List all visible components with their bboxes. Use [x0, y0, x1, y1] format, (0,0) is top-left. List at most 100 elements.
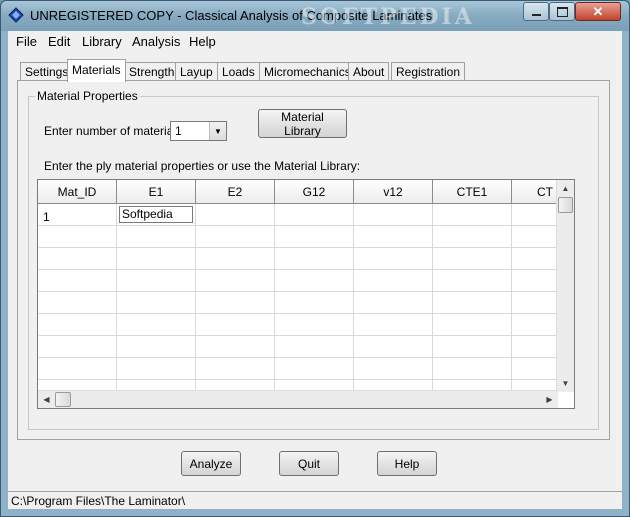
grid-cell[interactable] [512, 248, 558, 270]
grid-cell[interactable] [512, 358, 558, 380]
grid-cell[interactable] [196, 248, 275, 270]
grid-cell[interactable] [433, 336, 512, 358]
grid-cell[interactable] [38, 270, 117, 292]
grid-cell[interactable] [38, 336, 117, 358]
grid-cell[interactable] [512, 314, 558, 336]
quit-button[interactable]: Quit [279, 451, 339, 476]
scroll-down-icon[interactable]: ▼ [557, 375, 574, 392]
vertical-scroll-thumb[interactable] [558, 197, 573, 213]
tab-layup[interactable]: Layup [175, 62, 218, 81]
tab-registration[interactable]: Registration [391, 62, 466, 81]
grid-cell[interactable] [275, 292, 354, 314]
grid-cell[interactable] [512, 336, 558, 358]
grid-cell[interactable] [196, 314, 275, 336]
cell-edit-input[interactable]: Softpedia [119, 206, 193, 223]
grid-cell[interactable] [354, 292, 433, 314]
grid-cell[interactable] [117, 270, 196, 292]
grid-cell[interactable] [275, 248, 354, 270]
grid-cell[interactable] [275, 226, 354, 248]
grid-cell[interactable] [433, 226, 512, 248]
grid-cell[interactable] [275, 314, 354, 336]
grid-cell[interactable] [117, 314, 196, 336]
tab-strength[interactable]: Strength [124, 62, 180, 81]
grid-cell[interactable] [117, 358, 196, 380]
grid-cell[interactable] [38, 292, 117, 314]
grid-cell[interactable] [275, 204, 354, 226]
grid-cell[interactable] [512, 226, 558, 248]
grid-cell[interactable] [117, 336, 196, 358]
horizontal-scroll-thumb[interactable] [55, 392, 71, 407]
column-header[interactable]: v12 [354, 180, 433, 204]
grid-cell[interactable] [196, 204, 275, 226]
grid-cell[interactable] [196, 226, 275, 248]
tab-micromechanics[interactable]: Micromechanics [259, 62, 356, 81]
scroll-right-icon[interactable]: ▶ [541, 391, 558, 408]
grid-cell[interactable] [433, 204, 512, 226]
menu-library[interactable]: Library [82, 34, 122, 49]
menu-file[interactable]: File [16, 34, 37, 49]
grid-cell[interactable]: 1 [38, 204, 117, 226]
vertical-scrollbar[interactable]: ▲ ▼ [556, 180, 574, 392]
grid-cell[interactable] [433, 358, 512, 380]
tab-settings[interactable]: Settings [20, 62, 74, 81]
grid-cell[interactable] [433, 270, 512, 292]
grid-cell[interactable] [354, 204, 433, 226]
table-row [38, 226, 558, 248]
grid-cell[interactable] [196, 270, 275, 292]
grid-cell[interactable] [354, 314, 433, 336]
grid-cell[interactable] [354, 270, 433, 292]
grid-cell[interactable] [38, 314, 117, 336]
num-materials-dropdown[interactable]: 1 ▼ [170, 121, 227, 141]
grid-cell[interactable] [117, 226, 196, 248]
tab-strip: Settings Materials Strength Layup Loads … [8, 59, 622, 82]
scroll-up-icon[interactable]: ▲ [557, 180, 574, 197]
grid-cell-editing[interactable]: Softpedia [117, 204, 196, 226]
tab-materials[interactable]: Materials [67, 59, 126, 82]
analyze-button[interactable]: Analyze [181, 451, 241, 476]
chevron-down-icon[interactable]: ▼ [209, 122, 226, 140]
grid-cell[interactable] [38, 358, 117, 380]
grid-cell[interactable] [512, 270, 558, 292]
materials-grid[interactable]: Mat_ID E1 E2 G12 v12 CTE1 CT 1 Softpedia [37, 179, 575, 409]
grid-cell[interactable] [196, 358, 275, 380]
grid-cell[interactable] [117, 248, 196, 270]
grid-cell[interactable] [512, 292, 558, 314]
grid-cell[interactable] [354, 358, 433, 380]
column-header[interactable]: G12 [275, 180, 354, 204]
grid-cell[interactable] [433, 314, 512, 336]
scroll-left-icon[interactable]: ◀ [38, 391, 55, 408]
grid-cell[interactable] [512, 204, 558, 226]
grid-cell[interactable] [354, 226, 433, 248]
close-button[interactable]: ✕ [575, 2, 621, 21]
maximize-button[interactable] [549, 2, 575, 21]
title-bar[interactable]: UNREGISTERED COPY - Classical Analysis o… [1, 1, 629, 31]
grid-cell[interactable] [275, 358, 354, 380]
grid-cell[interactable] [433, 248, 512, 270]
menu-analysis[interactable]: Analysis [132, 34, 180, 49]
table-row [38, 292, 558, 314]
minimize-button[interactable] [523, 2, 549, 21]
column-header[interactable]: CT [512, 180, 558, 204]
grid-cell[interactable] [275, 336, 354, 358]
grid-cell[interactable] [117, 292, 196, 314]
column-header[interactable]: E1 [117, 180, 196, 204]
material-library-button[interactable]: Material Library [258, 109, 347, 138]
grid-cell[interactable] [354, 248, 433, 270]
column-header[interactable]: Mat_ID [38, 180, 117, 204]
column-header[interactable]: E2 [196, 180, 275, 204]
help-button[interactable]: Help [377, 451, 437, 476]
grid-cell[interactable] [354, 336, 433, 358]
grid-cell[interactable] [38, 248, 117, 270]
horizontal-scrollbar[interactable]: ◀ ▶ [38, 390, 558, 408]
softpedia-watermark: SOFTPEDIA [301, 4, 475, 30]
grid-cell[interactable] [196, 336, 275, 358]
grid-cell[interactable] [38, 226, 117, 248]
tab-about[interactable]: About [348, 62, 390, 81]
column-header[interactable]: CTE1 [433, 180, 512, 204]
menu-help[interactable]: Help [189, 34, 216, 49]
grid-cell[interactable] [196, 292, 275, 314]
menu-edit[interactable]: Edit [48, 34, 70, 49]
grid-cell[interactable] [433, 292, 512, 314]
tab-loads[interactable]: Loads [217, 62, 260, 81]
grid-cell[interactable] [275, 270, 354, 292]
